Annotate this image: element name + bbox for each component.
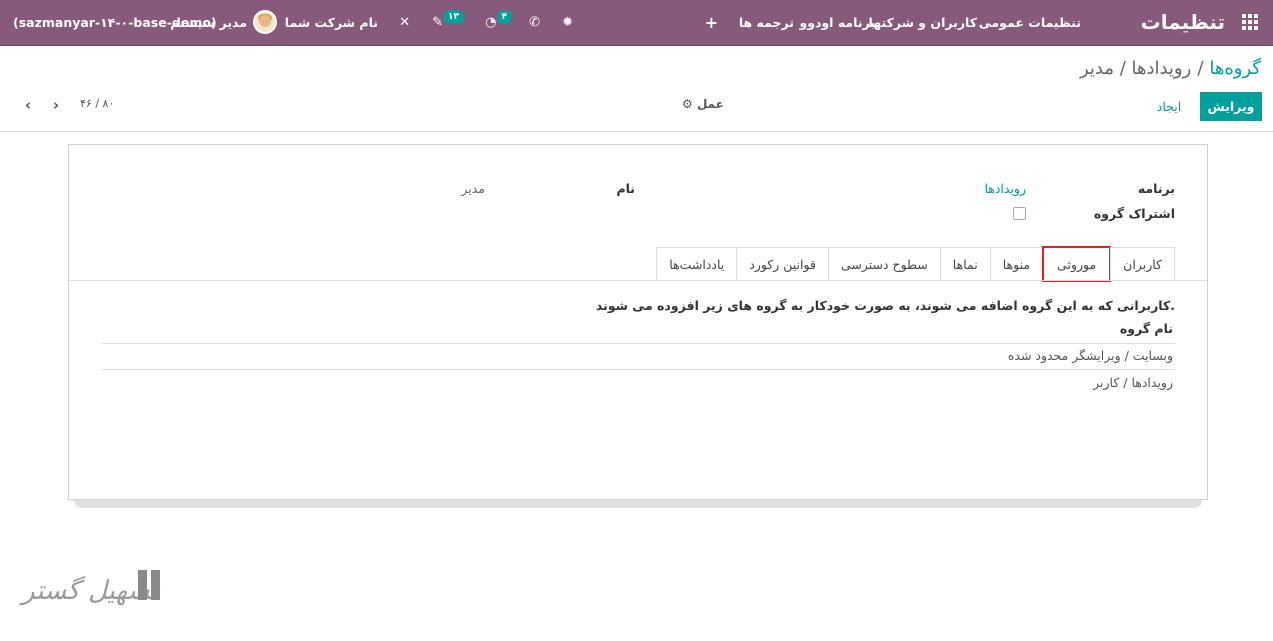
- menu-general-settings[interactable]: تنظیمات عمومی: [979, 0, 1081, 44]
- create-button[interactable]: ایجاد: [1147, 92, 1191, 121]
- bug-icon[interactable]: ✹: [562, 0, 573, 44]
- tools-icon[interactable]: ✕: [399, 0, 410, 44]
- name-value: مدیر: [461, 181, 485, 196]
- tab-inherited[interactable]: موروثی: [1042, 246, 1112, 282]
- form-tabs: کاربران موروثی منوها نماها سطوح دسترسی ق…: [656, 246, 1175, 282]
- activity-menu[interactable]: ◔ ۴: [485, 0, 512, 44]
- breadcrumb: گروه‌ها/رویدادها / مدیر: [1080, 58, 1261, 79]
- tab-notes[interactable]: یادداشت‌ها: [656, 247, 738, 281]
- activity-count-badge: ۴: [496, 10, 512, 24]
- breadcrumb-separator: /: [1197, 58, 1204, 79]
- menu-odoo-app[interactable]: برنامه اودوو: [799, 0, 875, 44]
- company-switcher[interactable]: نام شرکت شما: [285, 0, 378, 44]
- clock-icon: ◔: [485, 14, 497, 30]
- menu-users-companies[interactable]: کاربران و شرکتها: [869, 0, 977, 44]
- share-group-label: اشتراک گروه: [1093, 206, 1175, 221]
- chat-icon: ✎: [432, 14, 443, 30]
- database-name: (sazmanyar-۱۴-۰-base-demo): [13, 14, 217, 30]
- watermark: تسهیل گستر: [22, 568, 172, 618]
- name-label: نام: [616, 181, 635, 196]
- form-sheet: [68, 144, 1208, 500]
- breadcrumb-current: رویدادها / مدیر: [1079, 58, 1192, 79]
- app-title[interactable]: تنظیمات: [1141, 0, 1225, 44]
- watermark-logo-icon: [138, 570, 166, 610]
- tab-views[interactable]: نماها: [939, 247, 991, 281]
- group-name-column-header[interactable]: نام گروه: [1120, 321, 1173, 336]
- table-row[interactable]: وبسایت / ویرایشگر محدود شده: [1008, 348, 1173, 363]
- tab-access-rights[interactable]: سطوح دسترسی: [827, 247, 941, 281]
- table-row-divider: [101, 369, 1175, 370]
- action-menu[interactable]: ⚙ عمل: [682, 97, 724, 111]
- pager-next-icon[interactable]: ›: [48, 96, 64, 114]
- table-row[interactable]: رویدادها / کاربر: [1093, 375, 1173, 390]
- inherited-description: کاربرانی که به این گروه اضافه می شوند، ب…: [595, 298, 1175, 313]
- breadcrumb-groups-link[interactable]: گروه‌ها: [1209, 58, 1261, 79]
- avatar: [253, 10, 277, 34]
- apps-menu-icon[interactable]: [1239, 0, 1261, 44]
- table-header-divider: [101, 343, 1175, 344]
- pager-previous-icon[interactable]: ‹: [20, 96, 36, 114]
- phone-icon[interactable]: ✆: [529, 0, 540, 44]
- application-value-link[interactable]: رویدادها: [984, 181, 1026, 196]
- edit-button[interactable]: ویرایش: [1200, 92, 1262, 121]
- tab-users[interactable]: کاربران: [1110, 247, 1175, 281]
- messaging-menu[interactable]: ✎ ۱۳: [432, 0, 464, 44]
- top-navbar: تنظیمات تنظیمات عمومی کاربران و شرکتها ب…: [0, 0, 1273, 46]
- tab-menus[interactable]: منوها: [989, 247, 1044, 281]
- control-panel-divider: [0, 131, 1273, 132]
- share-group-checkbox[interactable]: [1013, 207, 1026, 220]
- plus-icon[interactable]: +: [705, 0, 718, 44]
- message-count-badge: ۱۳: [443, 10, 464, 24]
- pager-value[interactable]: ۴۶ / ۸۰: [80, 97, 114, 110]
- menu-translations[interactable]: ترجمه ها: [739, 0, 794, 44]
- application-label: برنامه: [1137, 181, 1175, 196]
- tabs-divider: [69, 280, 1207, 281]
- tab-record-rules[interactable]: قوانین رکورد: [736, 247, 829, 281]
